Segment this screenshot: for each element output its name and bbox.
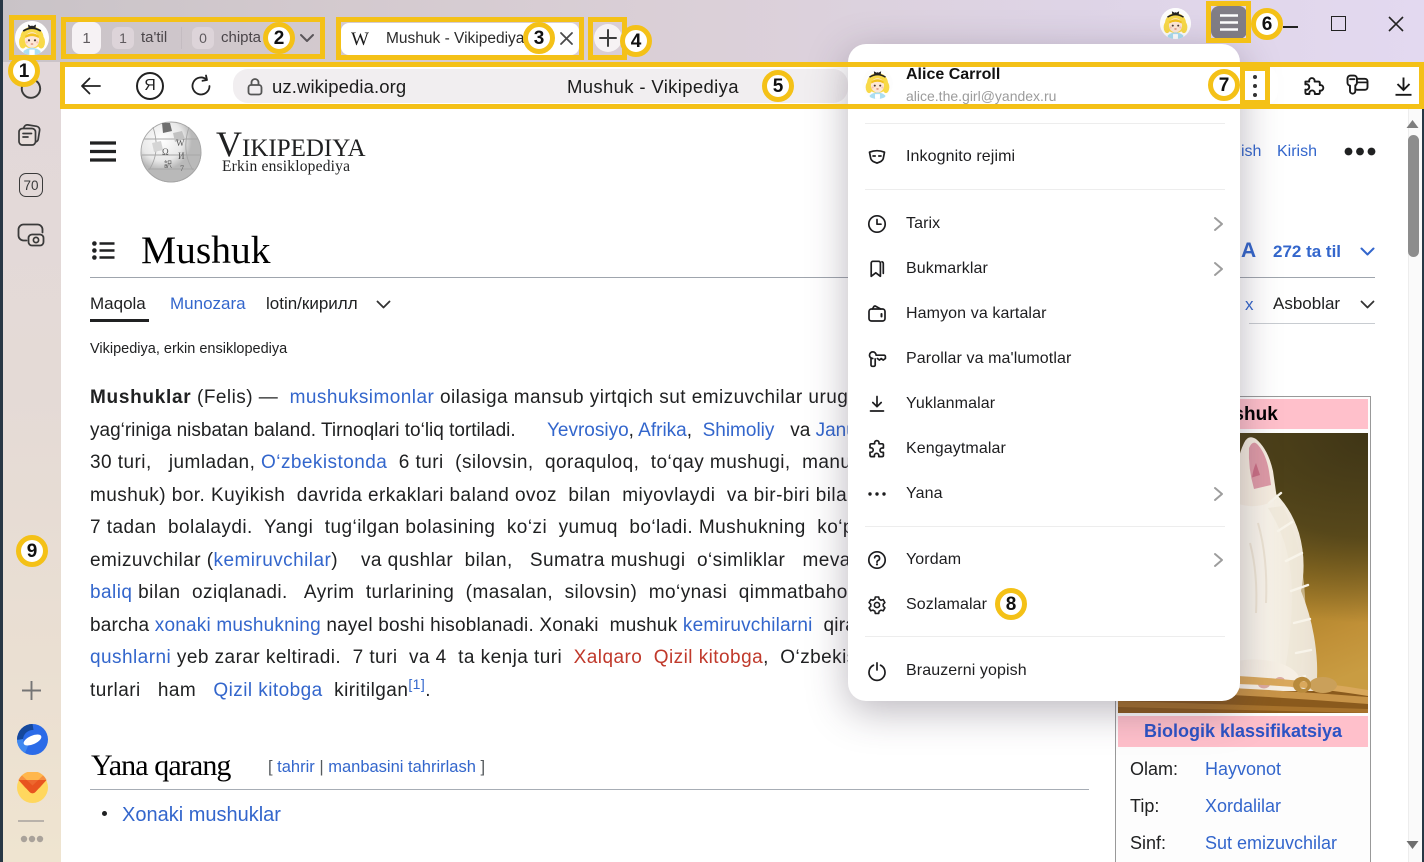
svg-text:Ω: Ω <box>162 147 169 157</box>
svg-text:訳: 訳 <box>164 159 172 169</box>
svg-text:И: И <box>178 151 185 161</box>
svg-text:7: 7 <box>180 164 184 173</box>
svg-text:W: W <box>176 138 185 148</box>
